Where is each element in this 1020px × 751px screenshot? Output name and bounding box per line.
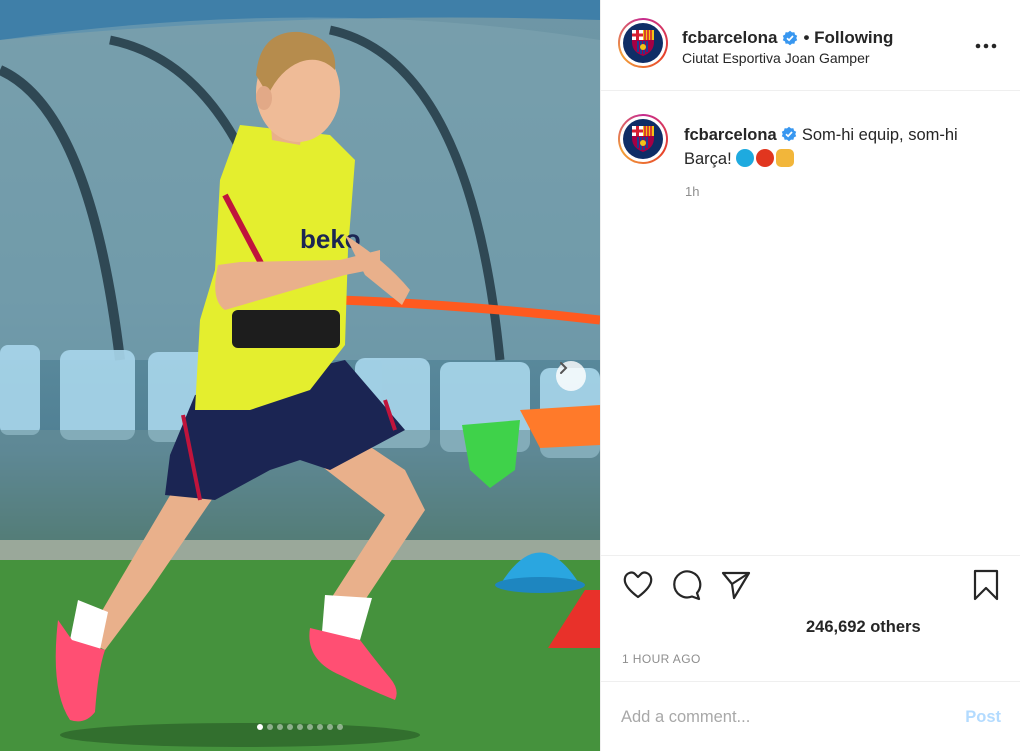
carousel-dot xyxy=(267,724,273,730)
carousel-dot xyxy=(287,724,293,730)
verified-badge-icon xyxy=(783,30,798,46)
fcb-crest-icon xyxy=(632,30,654,56)
carousel-dot xyxy=(337,724,343,730)
post-photo: beko xyxy=(0,0,600,751)
save-button[interactable] xyxy=(969,569,1003,603)
likes-count[interactable]: 246,692 others xyxy=(806,618,921,637)
post-header: fcbarcelona • Following Ciutat Esportiva… xyxy=(601,0,1020,91)
following-button[interactable]: • Following xyxy=(803,28,893,48)
carousel-dot xyxy=(307,724,313,730)
carousel-dot xyxy=(317,724,323,730)
post-side-panel: fcbarcelona • Following Ciutat Esportiva… xyxy=(600,0,1020,751)
location-link[interactable]: Ciutat Esportiva Joan Gamper xyxy=(682,50,870,66)
comment-button[interactable] xyxy=(669,569,703,603)
post-time-ago: 1 HOUR AGO xyxy=(622,652,701,666)
fcb-crest-icon xyxy=(632,126,654,152)
carousel-dot xyxy=(257,724,263,730)
carousel-dot xyxy=(327,724,333,730)
verified-badge-icon xyxy=(782,126,797,142)
caption-avatar[interactable] xyxy=(618,114,668,164)
caption-timestamp: 1h xyxy=(685,184,700,199)
svg-text:beko: beko xyxy=(300,224,361,254)
heart-icon xyxy=(623,571,653,598)
comment-bubble-icon xyxy=(673,570,702,601)
comment-form: Post xyxy=(601,681,1020,751)
avatar[interactable] xyxy=(618,18,668,68)
like-button[interactable] xyxy=(621,569,655,603)
carousel-dot xyxy=(297,724,303,730)
bookmark-icon xyxy=(973,569,999,601)
carousel-next-button[interactable] xyxy=(556,361,586,391)
action-bar xyxy=(601,555,1020,615)
username-link[interactable]: fcbarcelona xyxy=(682,28,777,48)
caption-username[interactable]: fcbarcelona xyxy=(684,126,777,144)
more-options-button[interactable] xyxy=(973,34,999,58)
paper-plane-icon xyxy=(721,571,751,600)
share-button[interactable] xyxy=(719,569,753,603)
blue-circle-icon xyxy=(736,149,755,167)
more-horizontal-icon xyxy=(975,43,997,49)
chevron-right-icon xyxy=(560,362,568,374)
post-comment-button[interactable]: Post xyxy=(965,708,1001,727)
raised-fist-icon xyxy=(776,149,795,167)
post-media[interactable]: beko xyxy=(0,0,600,751)
carousel-indicator xyxy=(0,724,600,730)
comment-input[interactable] xyxy=(621,704,941,730)
carousel-dot xyxy=(277,724,283,730)
red-circle-icon xyxy=(756,149,775,167)
